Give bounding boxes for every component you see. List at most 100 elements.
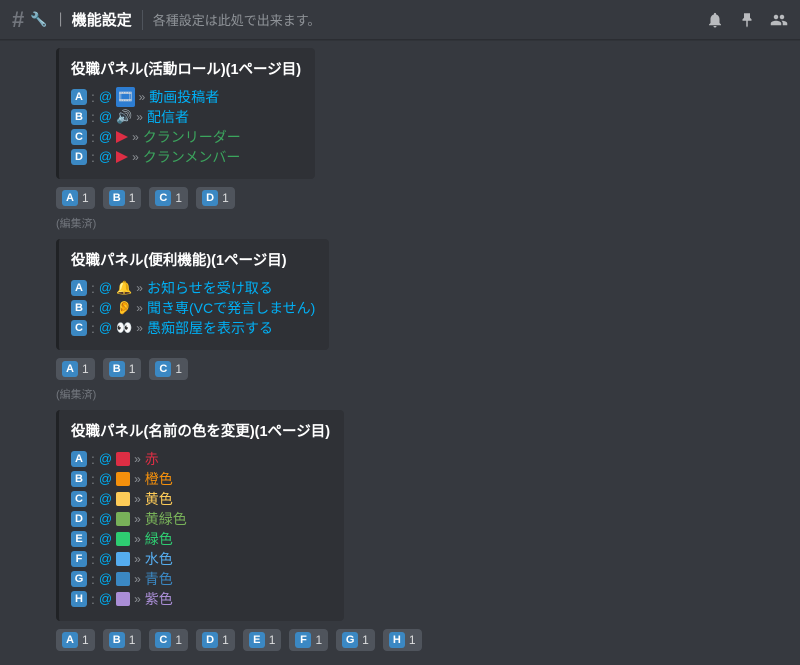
arrow-separator: » xyxy=(134,489,141,509)
role-mention[interactable]: 紫色 xyxy=(145,589,173,609)
reaction-count: 1 xyxy=(82,633,89,647)
letter-badge: E xyxy=(71,531,87,547)
reaction-count: 1 xyxy=(129,362,136,376)
channel-name: 機能設定 xyxy=(72,9,132,30)
color-swatch-icon xyxy=(116,572,130,586)
colon: : xyxy=(91,298,95,318)
letter-badge: C xyxy=(71,491,87,507)
letter-badge: B xyxy=(71,109,87,125)
role-mention[interactable]: 黄緑色 xyxy=(145,509,187,529)
at-symbol: @ xyxy=(99,569,112,589)
reaction-button[interactable]: C1 xyxy=(149,187,188,209)
reaction-button[interactable]: D1 xyxy=(196,187,235,209)
at-symbol: @ xyxy=(99,489,112,509)
role-mention[interactable]: 黄色 xyxy=(145,489,173,509)
reaction-buttons-row: A1B1C1 xyxy=(56,358,800,380)
reaction-button[interactable]: B1 xyxy=(103,358,142,380)
reaction-buttons-row: A1B1C1D1 xyxy=(56,187,800,209)
role-panel-embed: 役職パネル(活動ロール)(1ページ目)A:@🎞 » 動画投稿者B:@🔊 » 配信… xyxy=(56,48,315,179)
role-panel-embed: 役職パネル(名前の色を変更)(1ページ目)A:@ » 赤B:@ » 橙色C:@ … xyxy=(56,410,344,621)
at-symbol: @ xyxy=(99,127,112,147)
reaction-button[interactable]: B1 xyxy=(103,187,142,209)
role-option-row: D:@ » クランメンバー xyxy=(71,147,301,167)
letter-badge: D xyxy=(71,511,87,527)
topic-divider xyxy=(142,10,143,30)
role-mention[interactable]: 聞き専(VCで発言しません) xyxy=(147,298,315,318)
color-swatch-icon xyxy=(116,472,130,486)
arrow-separator: » xyxy=(136,298,143,318)
arrow-separator: » xyxy=(136,278,143,298)
reaction-button[interactable]: C1 xyxy=(149,358,188,380)
role-mention[interactable]: 動画投稿者 xyxy=(149,87,219,107)
role-option-row: B:@ » 橙色 xyxy=(71,469,330,489)
role-mention[interactable]: 配信者 xyxy=(147,107,189,127)
color-swatch-icon xyxy=(116,552,130,566)
bell-icon[interactable] xyxy=(706,11,724,29)
reaction-button[interactable]: E1 xyxy=(243,629,282,651)
reaction-count: 1 xyxy=(222,633,229,647)
header-icons xyxy=(706,11,788,29)
reaction-button[interactable]: A1 xyxy=(56,629,95,651)
role-mention[interactable]: クランメンバー xyxy=(143,147,241,167)
role-mention[interactable]: クランリーダー xyxy=(143,127,241,147)
reaction-button[interactable]: H1 xyxy=(383,629,422,651)
reaction-buttons-row: A1B1C1D1E1F1G1H1 xyxy=(56,629,800,651)
at-symbol: @ xyxy=(99,87,112,107)
reaction-button[interactable]: F1 xyxy=(289,629,328,651)
embed-title: 役職パネル(活動ロール)(1ページ目) xyxy=(71,58,301,79)
letter-badge: C xyxy=(71,320,87,336)
reaction-button[interactable]: A1 xyxy=(56,187,95,209)
letter-badge: F xyxy=(71,551,87,567)
role-option-row: H:@ » 紫色 xyxy=(71,589,330,609)
at-symbol: @ xyxy=(99,589,112,609)
role-mention[interactable]: 愚痴部屋を表示する xyxy=(147,318,273,338)
role-mention[interactable]: 水色 xyxy=(145,549,173,569)
pin-icon[interactable] xyxy=(738,11,756,29)
reaction-count: 1 xyxy=(129,633,136,647)
color-swatch-icon xyxy=(116,592,130,606)
arrow-separator: » xyxy=(134,529,141,549)
title-bar: ｜ xyxy=(54,10,68,30)
reaction-button[interactable]: D1 xyxy=(196,629,235,651)
letter-badge: C xyxy=(155,361,171,377)
role-option-row: C:@ » 黄色 xyxy=(71,489,330,509)
flag-icon xyxy=(116,151,128,163)
role-mention[interactable]: 緑色 xyxy=(145,529,173,549)
role-mention[interactable]: 赤 xyxy=(145,449,159,469)
letter-badge: A xyxy=(62,361,78,377)
reaction-button[interactable]: B1 xyxy=(103,629,142,651)
reaction-count: 1 xyxy=(315,633,322,647)
reaction-count: 1 xyxy=(269,633,276,647)
arrow-separator: » xyxy=(134,449,141,469)
letter-badge: B xyxy=(109,632,125,648)
role-mention[interactable]: 橙色 xyxy=(145,469,173,489)
reaction-count: 1 xyxy=(129,191,136,205)
emoji-icon: 👂 xyxy=(116,298,132,318)
colon: : xyxy=(91,509,95,529)
letter-badge: D xyxy=(202,190,218,206)
colon: : xyxy=(91,529,95,549)
letter-badge: D xyxy=(71,149,87,165)
members-icon[interactable] xyxy=(770,11,788,29)
role-mention[interactable]: お知らせを受け取る xyxy=(147,278,273,298)
colon: : xyxy=(91,147,95,167)
reaction-button[interactable]: A1 xyxy=(56,358,95,380)
colon: : xyxy=(91,569,95,589)
letter-badge: C xyxy=(155,632,171,648)
reaction-button[interactable]: G1 xyxy=(336,629,375,651)
letter-badge: A xyxy=(71,451,87,467)
role-mention[interactable]: 青色 xyxy=(145,569,173,589)
role-option-row: D:@ » 黄緑色 xyxy=(71,509,330,529)
letter-badge: B xyxy=(109,190,125,206)
at-symbol: @ xyxy=(99,529,112,549)
reaction-button[interactable]: C1 xyxy=(149,629,188,651)
arrow-separator: » xyxy=(136,107,143,127)
letter-badge: C xyxy=(155,190,171,206)
hash-icon: # xyxy=(12,7,24,33)
role-option-row: A:@🔔 » お知らせを受け取る xyxy=(71,278,315,298)
at-symbol: @ xyxy=(99,469,112,489)
color-swatch-icon xyxy=(116,492,130,506)
letter-badge: F xyxy=(295,632,311,648)
at-symbol: @ xyxy=(99,449,112,469)
at-symbol: @ xyxy=(99,318,112,338)
